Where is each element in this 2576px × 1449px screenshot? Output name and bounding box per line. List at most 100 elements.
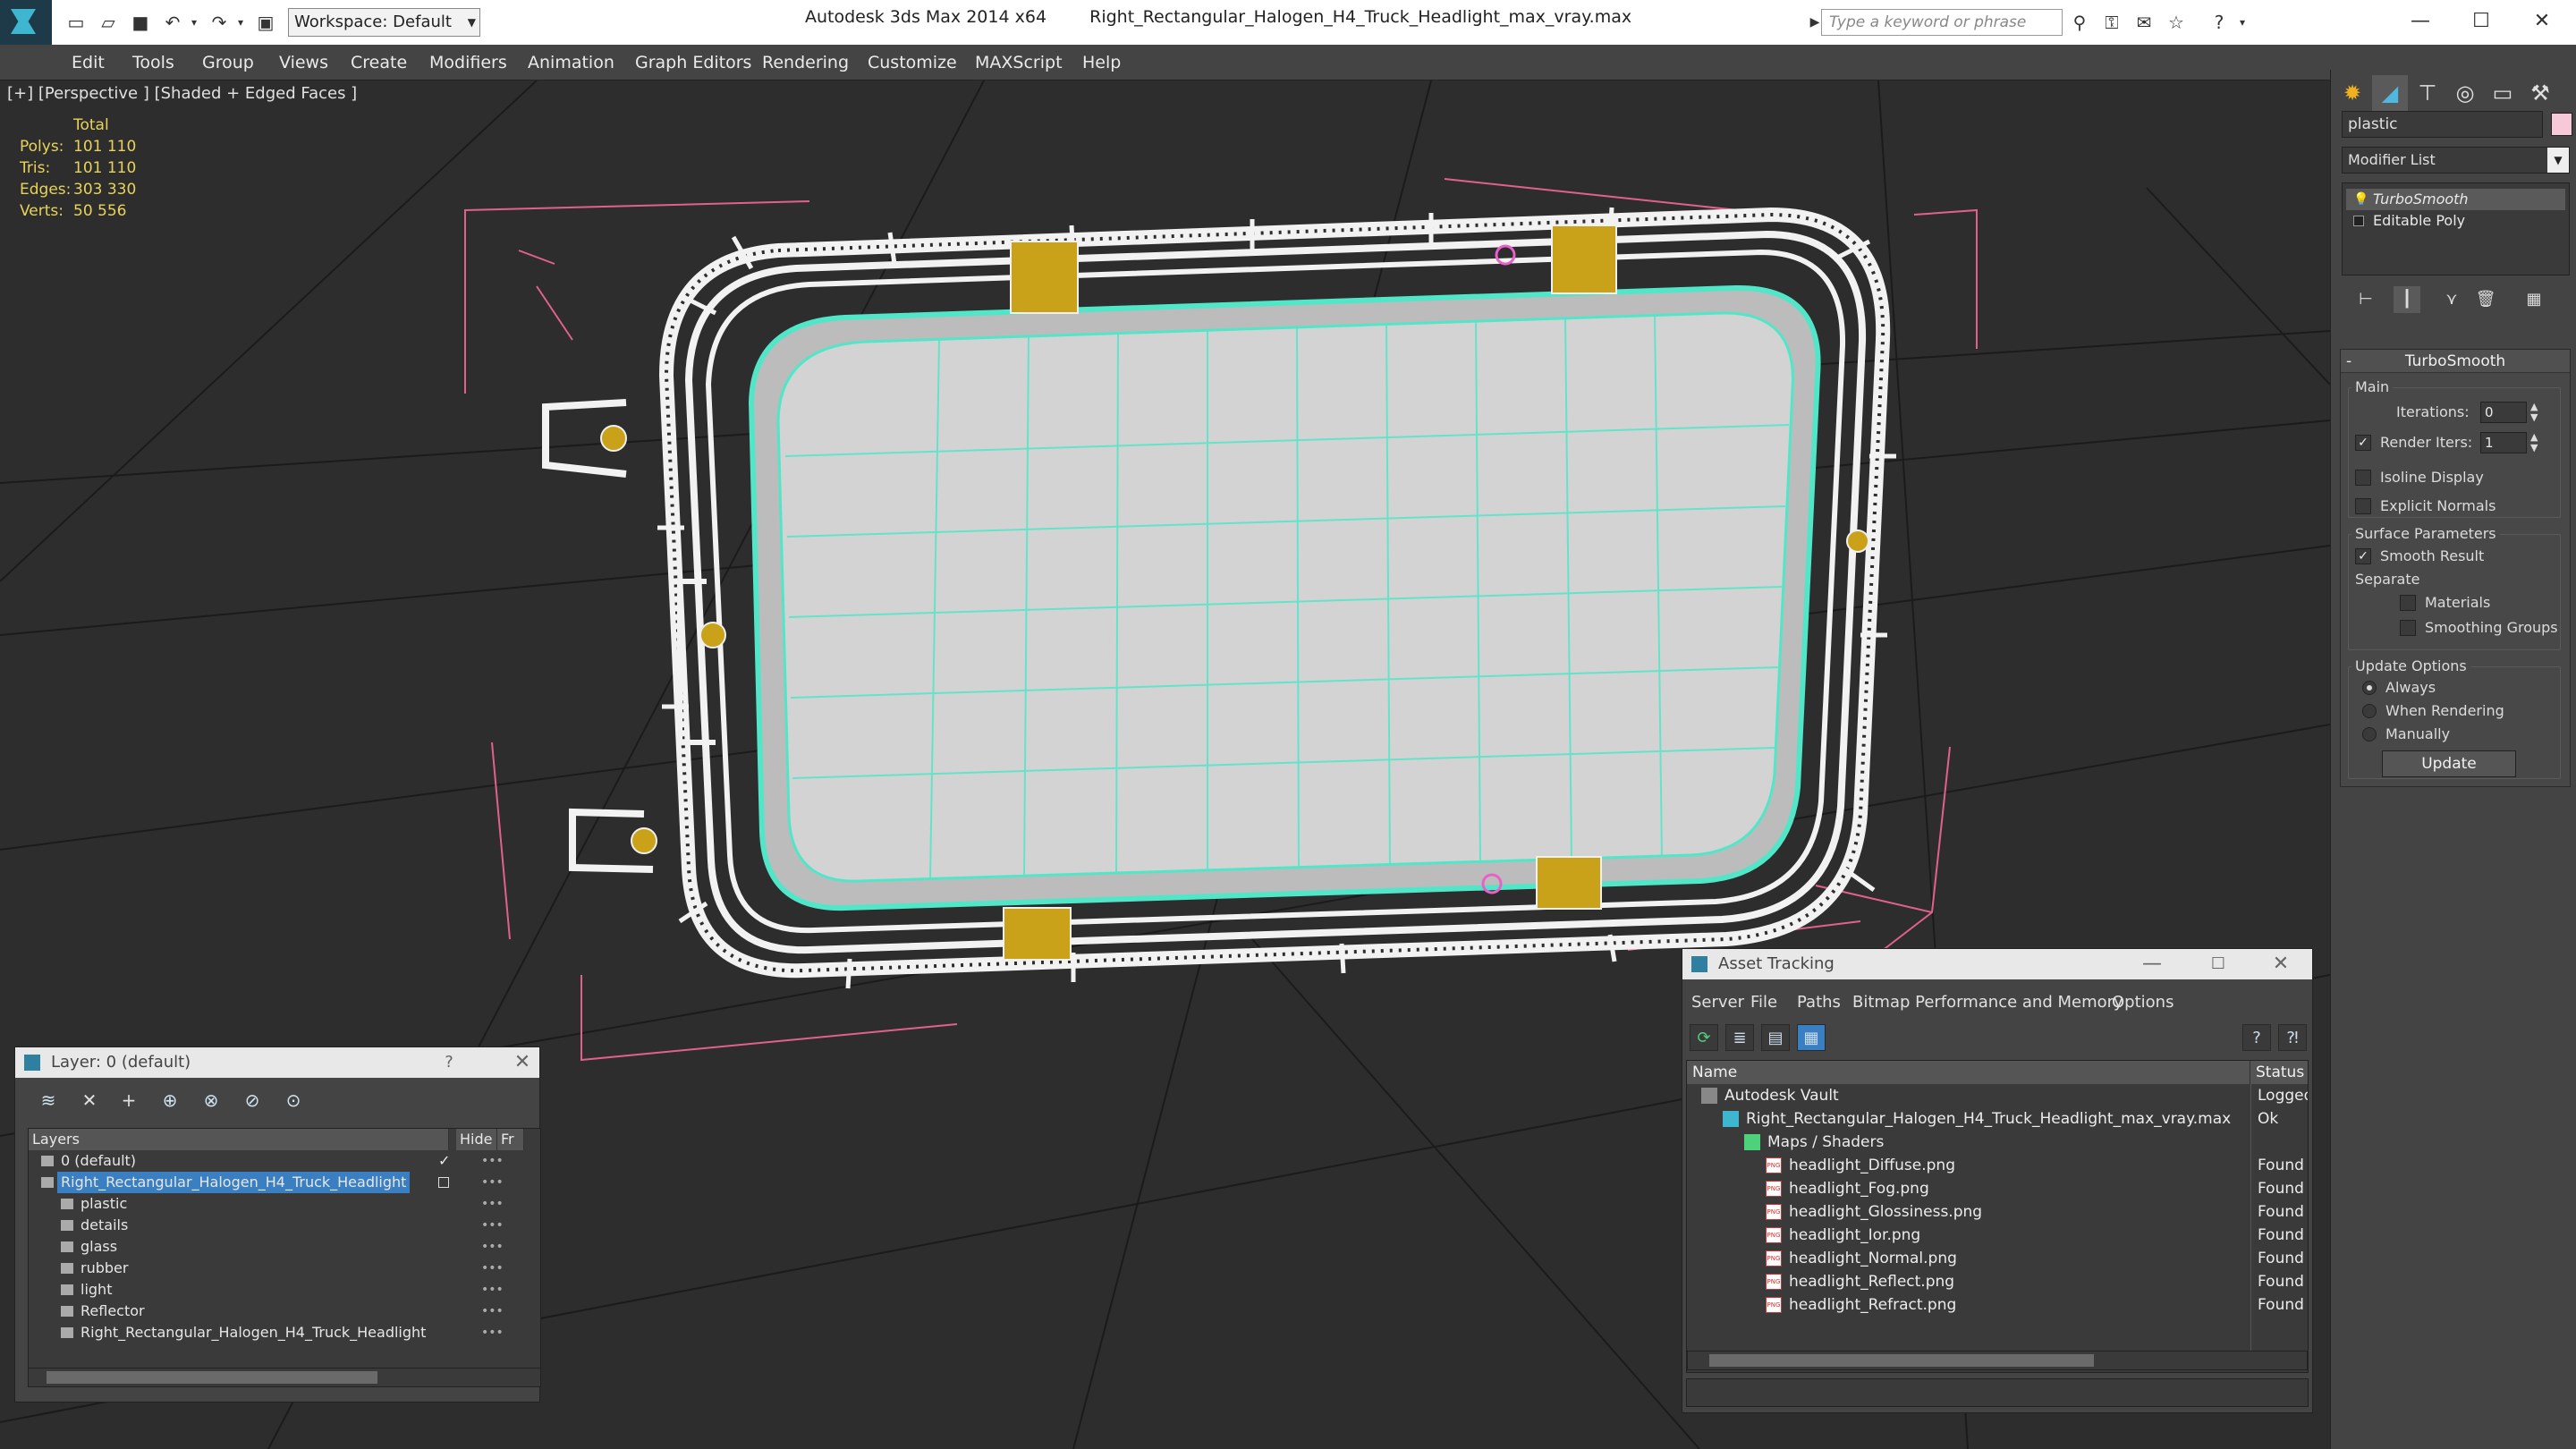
current-layer-check-icon[interactable]: ✓ — [438, 1150, 450, 1172]
make-unique-icon[interactable]: ⋎ — [2438, 286, 2465, 313]
expand-box-icon[interactable] — [2353, 216, 2364, 226]
maximize-icon[interactable]: ☐ — [2205, 949, 2232, 979]
hide-toggle[interactable]: ••• — [481, 1301, 504, 1322]
menu-bitmap-performance[interactable]: Bitmap Performance and Memory — [1852, 990, 2123, 1015]
hide-toggle[interactable]: ••• — [481, 1150, 504, 1172]
select-objects-icon[interactable]: ⊗ — [198, 1087, 225, 1114]
hide-all-icon[interactable]: ⊙ — [280, 1087, 307, 1114]
menu-animation[interactable]: Animation — [528, 45, 614, 80]
subscription-icon[interactable]: ⚿ — [2100, 11, 2123, 34]
save-icon[interactable]: ■ — [129, 11, 152, 34]
isoline-display-checkbox[interactable] — [2355, 470, 2371, 486]
when-rendering-radio[interactable] — [2362, 704, 2377, 718]
spinner-arrows-icon[interactable]: ▲ ▼ — [2530, 402, 2538, 423]
undo-dropdown-icon[interactable]: ▾ — [182, 11, 206, 34]
binoculars-icon[interactable]: ⚲ — [2068, 11, 2091, 34]
add-to-layer-icon[interactable]: ⊕ — [157, 1087, 183, 1114]
help-icon[interactable]: ? — [2207, 11, 2231, 34]
menu-modifiers[interactable]: Modifiers — [429, 45, 507, 80]
freeze-column-header[interactable]: Fr — [497, 1129, 524, 1150]
undo-icon[interactable]: ↶ — [161, 11, 184, 34]
menu-file[interactable]: File — [1750, 990, 1777, 1015]
menu-help[interactable]: Help — [1082, 45, 1121, 80]
utilities-tab-icon[interactable]: ⚒ — [2522, 75, 2558, 111]
stack-item-editable-poly[interactable]: Editable Poly — [2346, 210, 2565, 232]
layer-row[interactable]: glass ••• — [29, 1236, 542, 1258]
render-iters-checkbox[interactable]: ✓ — [2355, 435, 2371, 451]
display-tab-icon[interactable]: ▭ — [2485, 75, 2521, 111]
layer-row[interactable]: plastic ••• — [29, 1193, 542, 1215]
detail-view-icon[interactable]: ▤ — [1761, 1024, 1790, 1051]
modifier-list-dropdown[interactable]: Modifier List ▼ — [2342, 147, 2570, 174]
always-radio[interactable] — [2362, 681, 2377, 695]
create-tab-icon[interactable]: ✹ — [2334, 75, 2370, 111]
motion-tab-icon[interactable]: ◎ — [2447, 75, 2483, 111]
materials-checkbox[interactable] — [2400, 595, 2416, 611]
hide-toggle[interactable]: ••• — [481, 1193, 504, 1215]
name-column-header[interactable]: Name — [1687, 1061, 2250, 1084]
new-file-icon[interactable]: ▭ — [64, 11, 88, 34]
refresh-icon[interactable]: ⟳ — [1690, 1024, 1718, 1051]
pin-stack-icon[interactable]: ⊢ — [2352, 286, 2379, 313]
rollout-header[interactable]: - TurboSmooth — [2341, 350, 2570, 373]
object-color-swatch[interactable] — [2551, 113, 2572, 136]
menu-graph-editors[interactable]: Graph Editors — [635, 45, 751, 80]
hide-column-header[interactable]: Hide — [456, 1129, 497, 1150]
viewport-label[interactable]: [+] [Perspective ] [Shaded + Edged Faces… — [7, 84, 357, 103]
scroll-thumb[interactable] — [47, 1371, 377, 1384]
stack-item-turbosmooth[interactable]: 💡 TurboSmooth — [2346, 189, 2565, 210]
smoothing-groups-checkbox[interactable] — [2400, 620, 2416, 636]
layer-row[interactable]: rubber ••• — [29, 1258, 542, 1279]
redo-dropdown-icon[interactable]: ▾ — [229, 11, 252, 34]
workspace-menu-icon[interactable]: ▾ — [460, 11, 483, 34]
workspace-dropdown[interactable]: Workspace: Default ▼ — [288, 8, 480, 37]
asset-row[interactable]: Right_Rectangular_Halogen_H4_Truck_Headl… — [1687, 1107, 2308, 1131]
list-view-icon[interactable]: ≣ — [1725, 1024, 1754, 1051]
menu-group[interactable]: Group — [202, 45, 254, 80]
highlight-layer-icon[interactable]: ⊘ — [239, 1087, 266, 1114]
menu-rendering[interactable]: Rendering — [762, 45, 849, 80]
delete-layer-icon[interactable]: ✕ — [76, 1087, 103, 1114]
layer-row[interactable]: details ••• — [29, 1215, 542, 1236]
maximize-icon[interactable]: ☐ — [2454, 5, 2508, 38]
layer-row[interactable]: Reflector ••• — [29, 1301, 542, 1322]
layers-icon[interactable]: ≋ — [35, 1087, 62, 1114]
menu-views[interactable]: Views — [279, 45, 328, 80]
minimize-icon[interactable]: — — [2139, 949, 2165, 979]
asset-row[interactable]: PNG headlight_Fog.png Found — [1687, 1177, 2308, 1200]
show-end-result-icon[interactable]: ┃ — [2394, 286, 2420, 313]
layer-row[interactable]: 0 (default) ••• ✓ — [29, 1150, 542, 1172]
create-layer-icon[interactable]: + — [115, 1087, 142, 1114]
layer-horizontal-scrollbar[interactable] — [28, 1368, 541, 1387]
hide-toggle[interactable]: ••• — [481, 1215, 504, 1236]
menu-create[interactable]: Create — [351, 45, 407, 80]
asset-row[interactable]: PNG headlight_Refract.png Found — [1687, 1293, 2308, 1317]
asset-row[interactable]: PNG headlight_Glossiness.png Found — [1687, 1200, 2308, 1224]
hide-toggle[interactable]: ••• — [481, 1322, 504, 1343]
asset-row[interactable]: PNG headlight_Ior.png Found — [1687, 1224, 2308, 1247]
favorites-star-icon[interactable]: ☆ — [2165, 11, 2188, 34]
project-folder-icon[interactable]: ▣ — [254, 11, 277, 34]
hide-toggle[interactable]: ••• — [481, 1236, 504, 1258]
manually-radio[interactable] — [2362, 727, 2377, 741]
status-column-header[interactable]: Status — [2250, 1061, 2308, 1084]
app-logo-icon[interactable] — [0, 0, 52, 45]
help-icon[interactable]: ? — [436, 1047, 462, 1078]
asset-row[interactable]: PNG headlight_Normal.png Found — [1687, 1247, 2308, 1270]
asset-row[interactable]: PNG headlight_Reflect.png Found — [1687, 1270, 2308, 1293]
communication-center-icon[interactable]: ✉ — [2132, 11, 2156, 34]
layer-row[interactable]: light ••• — [29, 1279, 542, 1301]
explicit-normals-checkbox[interactable] — [2355, 498, 2371, 514]
open-file-icon[interactable]: ▱ — [97, 11, 120, 34]
table-view-icon[interactable]: ▦ — [1797, 1024, 1826, 1051]
close-icon[interactable]: ✕ — [2267, 949, 2294, 979]
scroll-thumb[interactable] — [1709, 1354, 2094, 1367]
hide-toggle[interactable]: ••• — [481, 1258, 504, 1279]
hide-toggle[interactable]: ••• — [481, 1172, 504, 1193]
hide-toggle[interactable]: ••• — [481, 1279, 504, 1301]
help-dropdown-icon[interactable]: ▾ — [2231, 11, 2254, 34]
menu-paths[interactable]: Paths — [1797, 990, 1841, 1015]
asset-row[interactable]: Autodesk Vault Logged — [1687, 1084, 2308, 1107]
render-iters-spinner[interactable]: 1 — [2480, 432, 2527, 453]
asset-row[interactable]: Maps / Shaders — [1687, 1131, 2308, 1154]
